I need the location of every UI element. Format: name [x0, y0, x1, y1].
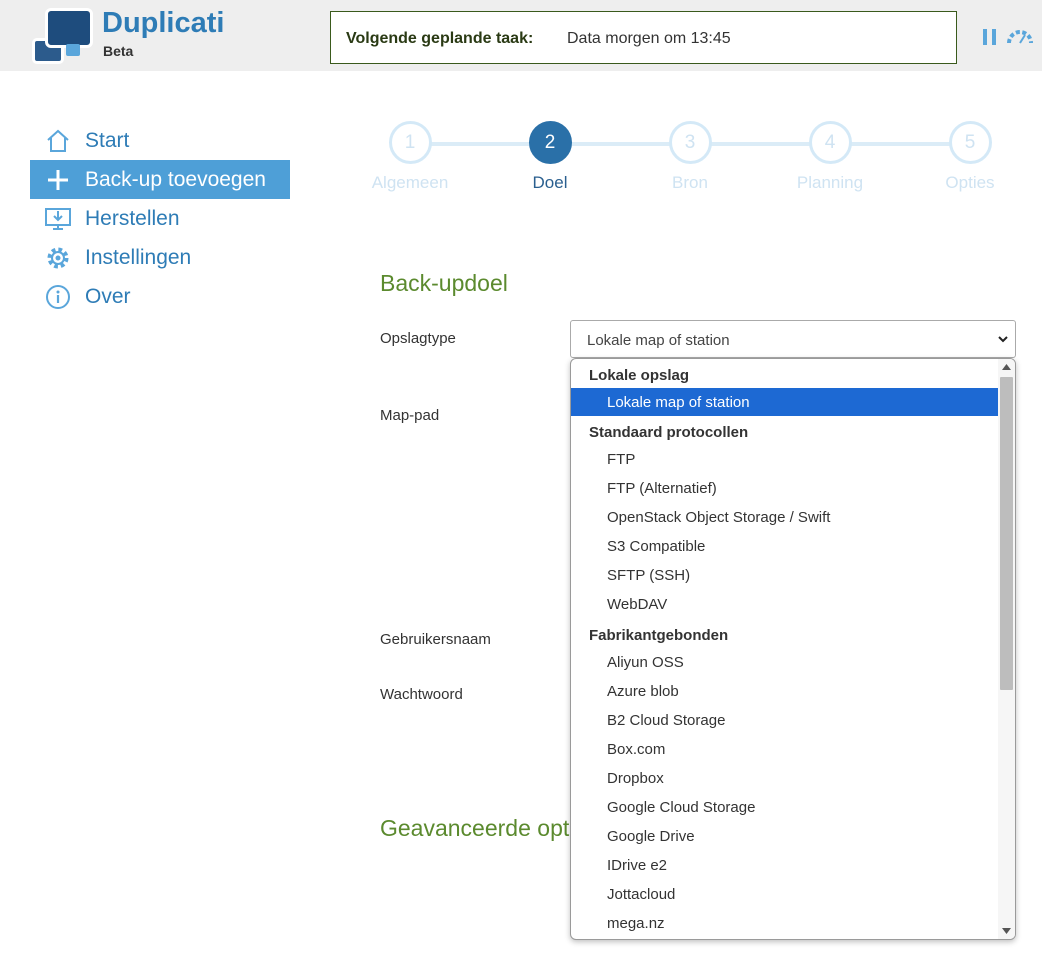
dropdown-option[interactable]: Aliyun OSS — [571, 648, 999, 677]
advanced-options-title: Geavanceerde opt — [380, 815, 570, 841]
wizard-steps: 1 Algemeen 2 Doel 3 Bron 4 Planning 5 Op… — [360, 121, 1020, 201]
sidebar-item-about[interactable]: Over — [30, 277, 290, 316]
dropdown-option[interactable]: Lokale map of station — [571, 388, 999, 416]
chevron-down-icon — [998, 336, 1008, 343]
storage-type-select[interactable]: Lokale map of station — [570, 320, 1016, 358]
dropdown-option[interactable]: FTP (Alternatief) — [571, 474, 999, 503]
sidebar-item-label: Instellingen — [85, 245, 192, 269]
dropdown-option[interactable]: B2 Cloud Storage — [571, 706, 999, 735]
step-number: 4 — [808, 121, 852, 164]
dropdown-list: Lokale opslag Lokale map of station Stan… — [571, 359, 999, 938]
sidebar-item-label: Start — [85, 128, 130, 152]
dropdown-option[interactable]: Jottacloud — [571, 880, 999, 909]
home-icon — [30, 121, 85, 160]
app-name: Duplicati — [102, 7, 225, 39]
storage-type-label: Opslagtype — [380, 330, 456, 347]
step-label: Bron — [672, 173, 708, 192]
step-label: Algemeen — [371, 173, 449, 192]
sidebar-item-label: Herstellen — [85, 206, 180, 230]
storage-type-value: Lokale map of station — [587, 332, 730, 349]
dropdown-option[interactable]: OpenStack Object Storage / Swift — [571, 503, 999, 532]
restore-icon — [30, 199, 85, 238]
dropdown-option[interactable]: Google Drive — [571, 822, 999, 851]
throttle-icon[interactable] — [1006, 27, 1034, 45]
dropdown-option[interactable]: Dropbox — [571, 764, 999, 793]
section-title: Back-updoel — [380, 270, 508, 296]
step-number: 1 — [388, 121, 432, 164]
step-general[interactable]: 1 Algemeen — [360, 121, 460, 193]
dropdown-option[interactable]: SFTP (SSH) — [571, 561, 999, 590]
sidebar-item-restore[interactable]: Herstellen — [30, 199, 290, 238]
step-destination[interactable]: 2 Doel — [500, 121, 600, 193]
sidebar-item-start[interactable]: Start — [30, 121, 290, 160]
storage-type-dropdown[interactable]: Lokale opslag Lokale map of station Stan… — [570, 358, 1016, 940]
step-number: 3 — [668, 121, 712, 164]
plus-icon — [30, 160, 85, 199]
scroll-up-icon[interactable] — [1002, 364, 1011, 370]
folder-path-label: Map-pad — [380, 407, 440, 424]
username-label: Gebruikersnaam — [380, 631, 491, 648]
dropdown-option[interactable]: S3 Compatible — [571, 532, 999, 561]
step-source[interactable]: 3 Bron — [640, 121, 740, 193]
dropdown-option[interactable]: Google Cloud Storage — [571, 793, 999, 822]
dropdown-option[interactable]: IDrive e2 — [571, 851, 999, 880]
step-number: 5 — [948, 121, 992, 164]
info-icon — [30, 277, 85, 316]
step-label: Doel — [532, 173, 568, 192]
pause-icon[interactable] — [983, 29, 997, 45]
sidebar-item-label: Back-up toevoegen — [85, 167, 266, 191]
step-schedule[interactable]: 4 Planning — [780, 121, 880, 193]
dropdown-option[interactable]: Azure blob — [571, 677, 999, 706]
option-group-label: Fabrikantgebonden — [589, 627, 729, 644]
scroll-down-icon[interactable] — [1002, 928, 1011, 934]
step-options[interactable]: 5 Opties — [920, 121, 1020, 193]
dropdown-scrollbar[interactable] — [998, 359, 1015, 939]
dropdown-option[interactable]: WebDAV — [571, 590, 999, 619]
sidebar-item-label: Over — [85, 284, 131, 308]
next-task-label: Volgende geplande taak: — [346, 30, 534, 47]
duplicati-logo — [30, 8, 96, 64]
option-group-label: Lokale opslag — [589, 367, 690, 384]
app-subtitle: Beta — [103, 43, 134, 59]
gear-icon — [30, 238, 85, 277]
step-label: Opties — [945, 173, 995, 192]
step-label: Planning — [796, 173, 864, 192]
dropdown-option[interactable]: Box.com — [571, 735, 999, 764]
next-task-value: Data morgen om 13:45 — [567, 30, 731, 47]
option-group-label: Standaard protocollen — [589, 424, 749, 441]
sidebar-nav: Start Back-up toevoegen Herstellen Inste… — [30, 121, 290, 316]
sidebar-item-settings[interactable]: Instellingen — [30, 238, 290, 277]
sidebar-item-add-backup[interactable]: Back-up toevoegen — [30, 160, 290, 199]
step-number: 2 — [528, 121, 572, 164]
top-header: Duplicati Beta Volgende geplande taak: D… — [0, 0, 1042, 71]
scrollbar-thumb[interactable] — [1000, 377, 1013, 690]
password-label: Wachtwoord — [380, 686, 463, 703]
dropdown-option[interactable]: mega.nz — [571, 909, 999, 938]
next-scheduled-task: Volgende geplande taak: Data morgen om 1… — [330, 11, 957, 64]
dropdown-option[interactable]: FTP — [571, 445, 999, 474]
